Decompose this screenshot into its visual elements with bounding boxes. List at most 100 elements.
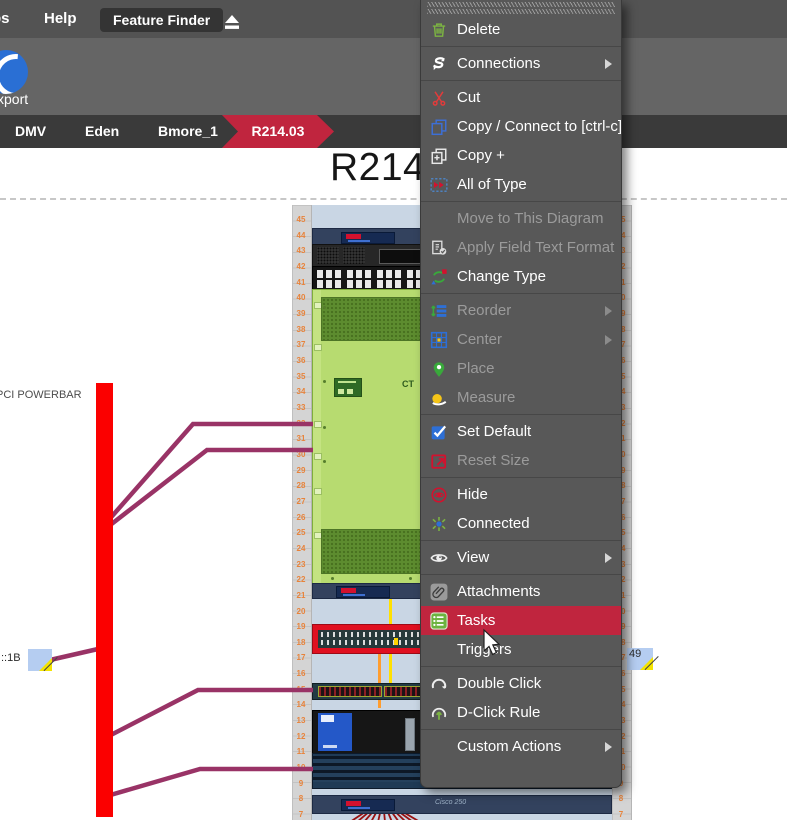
menu-item-label: Move to This Diagram	[457, 210, 603, 227]
tab-r214-03-active[interactable]: R214.03	[222, 115, 334, 148]
rack-unit-number: 36	[293, 356, 309, 365]
no-icon-spacer	[430, 738, 448, 756]
export-tool-label[interactable]: xport	[0, 91, 28, 107]
menu-item-reset-size[interactable]: Reset Size	[421, 446, 621, 475]
toolbar: xport	[0, 38, 787, 115]
menu-item-label: Delete	[457, 21, 500, 38]
hide-icon	[430, 486, 448, 504]
rack-unit-number: 27	[293, 497, 309, 506]
rack-unit-number: 26	[293, 513, 309, 522]
menu-item-label: Cut	[457, 89, 480, 106]
menu-item-label: Connected	[457, 515, 530, 532]
rack-unit-number: 45	[293, 215, 309, 224]
warning-triangle-icon	[39, 658, 52, 671]
menu-item-triggers[interactable]: Triggers	[421, 635, 621, 664]
menu-item-custom-actions[interactable]: Custom Actions	[421, 732, 621, 761]
rack-unit-number: 30	[293, 450, 309, 459]
tab-bmore-1[interactable]: Bmore_1	[158, 115, 218, 148]
rack-unit-number: 17	[293, 653, 309, 662]
menu-separator	[421, 666, 621, 667]
rack-unit-number: 37	[293, 340, 309, 349]
pci-powerbar-node[interactable]	[96, 383, 113, 817]
rack-device-server-bottom[interactable]: Cisco 250	[312, 795, 612, 814]
chassis-handle	[314, 488, 322, 495]
menu-item-all-of-type[interactable]: All of Type	[421, 170, 621, 199]
screw-dot	[323, 460, 326, 463]
menu-item-tasks[interactable]: Tasks	[421, 606, 621, 635]
menu-item-set-default[interactable]: Set Default	[421, 417, 621, 446]
app-window: ps Help Feature Finder xport DMV Eden Bm…	[0, 0, 787, 820]
export-tool-icon[interactable]	[0, 50, 28, 94]
tab-eden[interactable]: Eden	[85, 115, 119, 148]
menu-item-label: Custom Actions	[457, 738, 561, 755]
menu-item-attachments[interactable]: Attachments	[421, 577, 621, 606]
menu-separator	[421, 477, 621, 478]
double-click-icon	[430, 675, 448, 693]
set-default-icon	[430, 423, 448, 441]
menu-item-label: Change Type	[457, 268, 546, 285]
menu-item-place[interactable]: Place	[421, 354, 621, 383]
feature-finder-button[interactable]: Feature Finder	[100, 8, 223, 32]
menu-item-copy[interactable]: Copy +	[421, 141, 621, 170]
menu-item-center[interactable]: Center	[421, 325, 621, 354]
menu-separator	[421, 729, 621, 730]
menu-item-move-to-this-diagram[interactable]: Move to This Diagram	[421, 204, 621, 233]
rack-unit-number: 7	[613, 810, 629, 819]
menu-item-copy-connect-to-ctrl-c[interactable]: Copy / Connect to [ctrl-c]	[421, 112, 621, 141]
menu-item-label: Connections	[457, 55, 540, 72]
menu-item-connections[interactable]: Connections	[421, 49, 621, 78]
left-node-chip[interactable]	[28, 649, 52, 671]
menu-item-reorder[interactable]: Reorder	[421, 296, 621, 325]
tasks-icon	[430, 612, 448, 630]
context-menu: Delete Connections Cut Copy / Connect to [c…	[420, 0, 622, 788]
menu-item-connected[interactable]: Connected	[421, 509, 621, 538]
rack-unit-number: 22	[293, 575, 309, 584]
chassis-brand-label	[334, 378, 362, 397]
all-of-type-icon	[430, 176, 448, 194]
no-icon-spacer	[430, 210, 448, 228]
menu-item-cut[interactable]: Cut	[421, 83, 621, 112]
juniper-slot	[405, 718, 415, 751]
rack-unit-number: 40	[293, 293, 309, 302]
menubar-item-apps[interactable]: ps	[0, 0, 10, 38]
rack-unit-number: 41	[293, 278, 309, 287]
rack-unit-number: 19	[293, 622, 309, 631]
menu-drag-hatch[interactable]	[427, 2, 615, 7]
menu-item-label: Triggers	[457, 641, 511, 658]
server-display	[341, 232, 395, 244]
rack-unit-number: 21	[293, 591, 309, 600]
menu-item-d-click-rule[interactable]: D-Click Rule	[421, 698, 621, 727]
server-display	[341, 799, 395, 811]
submenu-arrow-icon	[605, 742, 612, 752]
menu-item-label: View	[457, 549, 489, 566]
right-node-chip[interactable]: 49	[627, 648, 653, 670]
port-block	[318, 686, 382, 697]
left-node-label: ::1B	[1, 652, 21, 664]
server-brand-text: Cisco 250	[435, 799, 466, 806]
rack-unit-number: 32	[293, 419, 309, 428]
tab-dmv[interactable]: DMV	[15, 115, 46, 148]
menu-item-label: All of Type	[457, 176, 527, 193]
menu-item-delete[interactable]: Delete	[421, 15, 621, 44]
menu-drag-hatch[interactable]	[427, 9, 615, 14]
menu-item-apply-field-text-format[interactable]: Apply Field Text Format	[421, 233, 621, 262]
rack-unit-number: 10	[293, 763, 309, 772]
screw-dot	[409, 577, 412, 580]
rack-unit-number: 16	[293, 669, 309, 678]
menu-item-double-click[interactable]: Double Click	[421, 669, 621, 698]
menu-item-view[interactable]: View	[421, 543, 621, 572]
menu-item-measure[interactable]: Measure	[421, 383, 621, 412]
menu-separator	[421, 293, 621, 294]
scissors-icon	[430, 89, 448, 107]
rack-unit-number: 20	[293, 607, 309, 616]
copy-icon	[430, 118, 448, 136]
menu-item-change-type[interactable]: Change Type	[421, 262, 621, 291]
menu-item-label: Attachments	[457, 583, 540, 600]
menubar-item-help[interactable]: Help	[44, 0, 77, 38]
rack-unit-number: 7	[293, 810, 309, 819]
rack-unit-number: 29	[293, 466, 309, 475]
connections-icon	[430, 55, 448, 73]
rack-unit-number: 43	[293, 246, 309, 255]
rack-unit-number: 9	[293, 779, 309, 788]
menu-item-hide[interactable]: Hide	[421, 480, 621, 509]
